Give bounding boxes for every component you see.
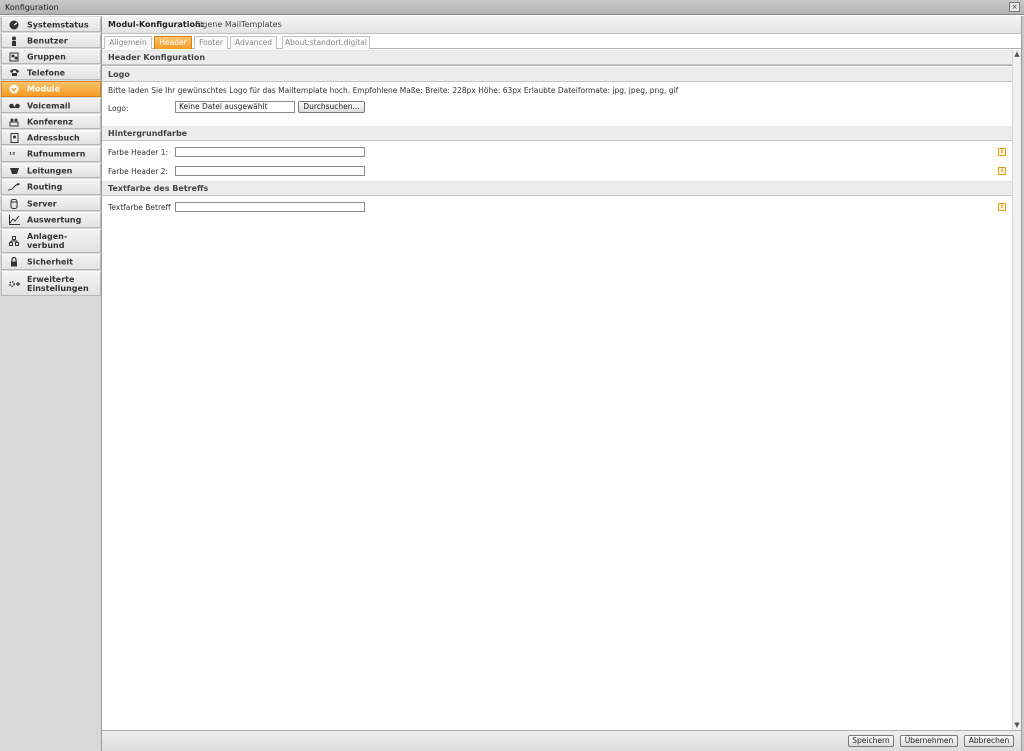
- tab-advanced[interactable]: Advanced: [230, 36, 277, 49]
- background-section-title: Hintergrundfarbe: [102, 126, 1012, 141]
- sidebar-item-module[interactable]: Module: [1, 81, 101, 97]
- network-icon: [8, 236, 20, 246]
- scroll-down-icon[interactable]: ▼: [1013, 721, 1021, 730]
- sidebar-item-benutzer[interactable]: Benutzer: [1, 33, 101, 48]
- lines-icon: [8, 166, 20, 176]
- sidebar-item-label: Routing: [27, 182, 63, 192]
- sidebar-item-routing[interactable]: Routing: [1, 179, 101, 195]
- sidebar-item-anlagenverbund[interactable]: Anlagen- verbund: [1, 229, 101, 253]
- sidebar-item-label: Gruppen: [27, 52, 66, 61]
- save-button[interactable]: Speichern: [848, 735, 894, 747]
- footer-bar: Speichern Übernehmen Abbrechen: [102, 730, 1021, 751]
- sidebar-item-adressbuch[interactable]: Adressbuch: [1, 130, 101, 145]
- sidebar-item-label: Anlagen- verbund: [27, 232, 68, 250]
- sidebar-item-label: Voicemail: [27, 101, 71, 110]
- sidebar-item-label: Module: [27, 84, 61, 94]
- module-config-value: Eigene MailTemplates: [195, 20, 282, 29]
- sidebar-item-rufnummern[interactable]: ¹² Rufnummern: [1, 146, 101, 162]
- sidebar: Systemstatus Benutzer Gruppen Telefone M…: [0, 16, 102, 751]
- sidebar-item-voicemail[interactable]: Voicemail: [1, 98, 101, 113]
- logo-section-title: Logo: [102, 67, 1012, 82]
- group-icon: [8, 52, 20, 62]
- file-status[interactable]: Keine Datei ausgewählt: [175, 101, 295, 113]
- module-icon: [8, 84, 20, 94]
- sidebar-item-label: Erweiterte Einstellungen: [27, 274, 89, 293]
- sidebar-item-erweiterte-einstellungen[interactable]: Erweiterte Einstellungen: [1, 271, 101, 296]
- sidebar-item-server[interactable]: Server: [1, 196, 101, 211]
- sidebar-item-label: Telefone: [27, 68, 66, 77]
- sidebar-item-label: Server: [27, 199, 57, 208]
- cancel-button[interactable]: Abbrechen: [964, 735, 1014, 747]
- sidebar-item-gruppen[interactable]: Gruppen: [1, 49, 101, 64]
- sidebar-item-label: Benutzer: [27, 36, 68, 45]
- scroll-up-icon[interactable]: ▲: [1013, 50, 1021, 59]
- apply-button[interactable]: Übernehmen: [900, 735, 958, 747]
- vertical-scrollbar[interactable]: ▲ ▼: [1012, 50, 1021, 730]
- sidebar-item-label: Auswertung: [27, 215, 82, 225]
- tab-about[interactable]: About:standort.digital: [282, 36, 370, 49]
- module-header: Modul-Konfiguration: Eigene MailTemplate…: [102, 16, 1021, 34]
- header2-color-input[interactable]: [175, 166, 365, 176]
- dashboard-icon: [8, 20, 20, 30]
- phone-icon: [8, 68, 20, 78]
- sidebar-item-sicherheit[interactable]: Sicherheit: [1, 254, 101, 270]
- lock-icon: [8, 257, 20, 267]
- info-icon[interactable]: i: [998, 148, 1006, 156]
- close-icon[interactable]: ×: [1009, 2, 1020, 12]
- header1-color-input[interactable]: [175, 147, 365, 157]
- server-icon: [8, 198, 20, 209]
- numbers-icon: ¹²: [8, 149, 20, 159]
- header2-label: Farbe Header 2:: [108, 167, 169, 176]
- header-config-title: Header Konfiguration: [102, 50, 1012, 65]
- sidebar-item-label: Systemstatus: [27, 20, 89, 29]
- routing-icon: [8, 182, 20, 192]
- logo-description: Bitte laden Sie Ihr gewünschtes Logo für…: [108, 86, 679, 95]
- info-icon[interactable]: i: [998, 167, 1006, 175]
- conference-icon: [8, 117, 20, 127]
- settings-plus-icon: [8, 279, 22, 289]
- svg-text:¹²: ¹²: [9, 151, 15, 159]
- header1-label: Farbe Header 1:: [108, 148, 169, 157]
- window-title: Konfiguration: [5, 3, 59, 12]
- window-titlebar: Konfiguration ×: [0, 0, 1024, 15]
- info-icon[interactable]: i: [998, 203, 1006, 211]
- content-area: Header Konfiguration Logo Bitte laden Si…: [102, 50, 1012, 730]
- addressbook-icon: [8, 132, 20, 143]
- sidebar-item-label: Leitungen: [27, 166, 73, 175]
- tab-footer[interactable]: Footer: [194, 36, 228, 49]
- tab-allgemein[interactable]: Allgemein: [104, 36, 152, 49]
- sidebar-item-label: Adressbuch: [27, 133, 80, 142]
- sidebar-item-auswertung[interactable]: Auswertung: [1, 212, 101, 228]
- logo-label: Logo:: [108, 104, 129, 113]
- sidebar-item-leitungen[interactable]: Leitungen: [1, 163, 101, 178]
- sidebar-item-systemstatus[interactable]: Systemstatus: [1, 17, 101, 32]
- tab-header[interactable]: Header: [154, 36, 192, 49]
- divider: [102, 65, 1012, 66]
- browse-button[interactable]: Durchsuchen...: [298, 101, 365, 113]
- sidebar-item-label: Konferenz: [27, 117, 73, 126]
- module-config-label: Modul-Konfiguration:: [108, 20, 204, 29]
- user-icon: [8, 36, 20, 46]
- voicemail-icon: [8, 101, 20, 111]
- subject-color-label: Textfarbe Betreff: [108, 203, 171, 212]
- sidebar-item-label: Rufnummern: [27, 149, 86, 159]
- tab-bar: Allgemein Header Footer Advanced About:s…: [102, 35, 1021, 49]
- subject-color-input[interactable]: [175, 202, 365, 212]
- chart-icon: [8, 215, 20, 225]
- sidebar-item-label: Sicherheit: [27, 257, 73, 267]
- sidebar-item-telefone[interactable]: Telefone: [1, 65, 101, 80]
- subject-color-section-title: Textfarbe des Betreffs: [102, 181, 1012, 196]
- sidebar-item-konferenz[interactable]: Konferenz: [1, 114, 101, 129]
